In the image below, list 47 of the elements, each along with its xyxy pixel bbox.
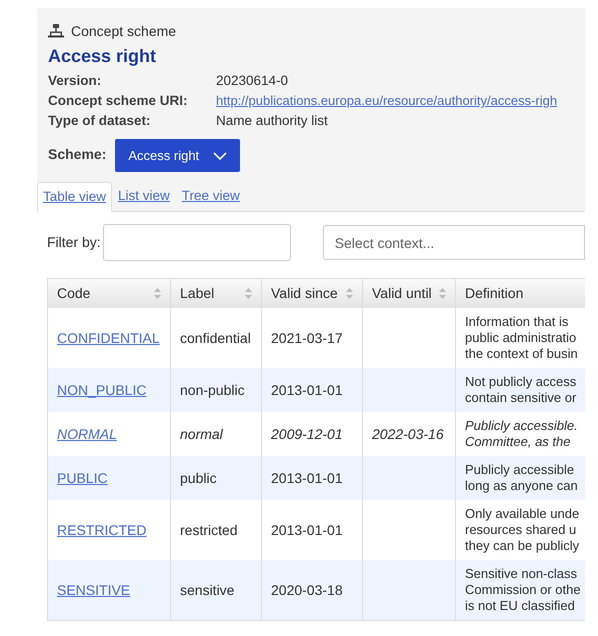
- scheme-dropdown[interactable]: Access right: [115, 139, 240, 172]
- sort-icon: [346, 288, 353, 299]
- sort-icon: [245, 288, 252, 299]
- view-tab[interactable]: Tree view: [176, 181, 246, 211]
- date-cell-text: 2022-03-16: [372, 424, 444, 444]
- label-cell-text: public: [180, 468, 217, 488]
- chevron-down-icon: [213, 152, 228, 160]
- property-value: 20230614-0: [216, 72, 288, 90]
- date-cell-text: 2013-01-01: [271, 468, 343, 488]
- date-cell-text: 2013-01-01: [271, 380, 343, 400]
- filter-field[interactable]: [102, 224, 291, 261]
- code-link[interactable]: RESTRICTED: [57, 520, 146, 540]
- property-value: Name authority list: [216, 112, 328, 130]
- label-cell-text: normal: [180, 424, 223, 444]
- sort-icon: [439, 288, 446, 299]
- page-title: Access right: [48, 45, 158, 68]
- definition-cell: Publicly accessible. Committee, as the: [465, 418, 578, 450]
- date-cell-text: 2013-01-01: [271, 520, 343, 540]
- context-select[interactable]: Select context...: [322, 225, 585, 260]
- code-link[interactable]: CONFIDENTIAL: [57, 328, 160, 348]
- label-cell-text: non-public: [180, 380, 245, 400]
- code-link[interactable]: SENSITIVE: [57, 580, 130, 600]
- property-label: Version:: [48, 72, 102, 90]
- hierarchy-icon: [48, 24, 64, 40]
- property-label: Type of dataset:: [48, 112, 152, 130]
- property-label: Concept scheme URI:: [48, 92, 189, 110]
- code-link[interactable]: NON_PUBLIC: [57, 380, 146, 400]
- definition-cell: Information that is public administratio the context of busin: [465, 314, 578, 362]
- definition-cell: Publicly accessible long as anyone can: [465, 462, 578, 494]
- uri-link[interactable]: http://publications.europa.eu/resource/authority/access-righ: [216, 91, 558, 111]
- page-type-label: Concept scheme: [71, 22, 176, 41]
- view-tab[interactable]: List view: [112, 181, 176, 211]
- label-cell-text: restricted: [180, 520, 238, 540]
- code-link[interactable]: NORMAL: [57, 424, 117, 444]
- code-link[interactable]: PUBLIC: [57, 468, 108, 488]
- date-cell-text: 2021-03-17: [271, 328, 343, 348]
- date-cell-text: 2020-03-18: [271, 580, 343, 600]
- filter-label: Filter by:: [47, 233, 101, 252]
- definition-cell: Sensitive non-class Commission or othe is not EU classified: [465, 566, 581, 614]
- view-tab[interactable]: Table view: [37, 182, 112, 212]
- scheme-label: Scheme:: [48, 145, 106, 164]
- definition-cell: Not publicly access contain sensitive or: [465, 374, 576, 406]
- definition-cell: Only available unde resources shared u they can be publicly: [465, 506, 580, 554]
- sort-icon: [154, 288, 161, 299]
- label-cell-text: sensitive: [180, 580, 234, 600]
- date-cell-text: 2009-12-01: [271, 424, 343, 444]
- label-cell-text: confidential: [180, 328, 251, 348]
